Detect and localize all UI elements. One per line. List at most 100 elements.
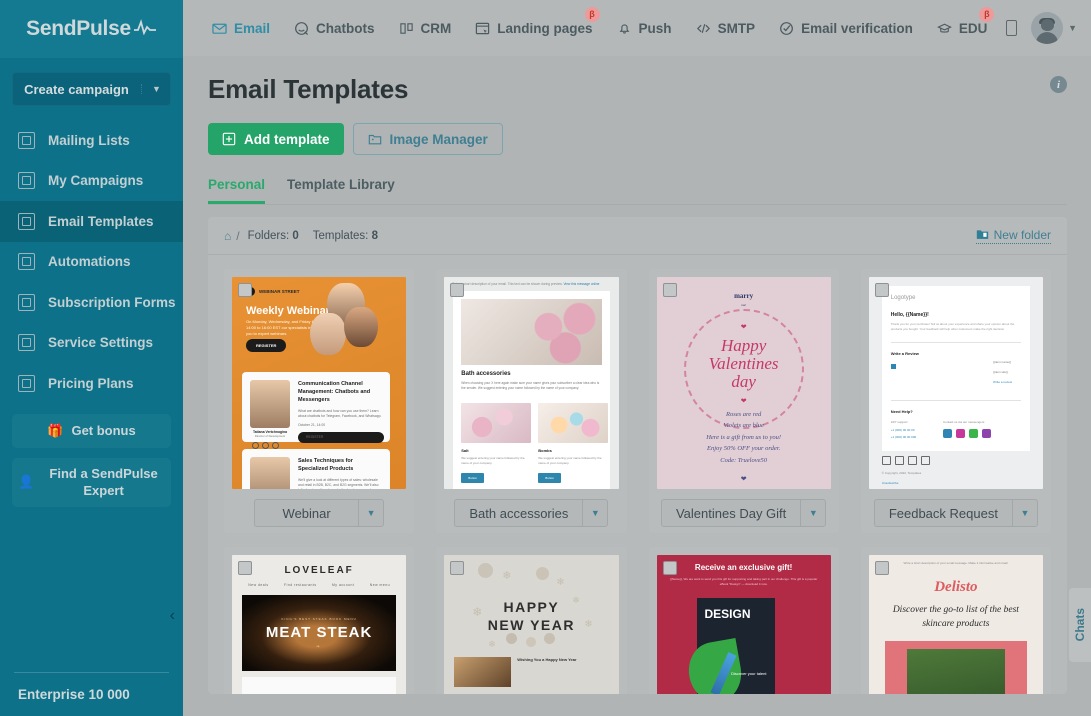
feedback-request-thumbnail[interactable]: Logotype Hello, {{Name}}! Thank you for … (868, 277, 1043, 489)
tab-personal[interactable]: Personal (208, 177, 266, 204)
template-card[interactable]: Logotype Hello, {{Name}}! Thank you for … (860, 269, 1051, 533)
topnav-item-chatbots[interactable]: Chatbots (283, 15, 386, 42)
create-campaign-button[interactable]: Create campaign ▼ (12, 72, 171, 106)
thumb-title-line: day (731, 371, 756, 391)
sidebar-item-email-templates[interactable]: Email Templates (0, 201, 183, 242)
template-menu-caret[interactable]: ▼ (1011, 499, 1038, 527)
topnav-label: Push (638, 20, 672, 36)
topnav-item-landing-pages[interactable]: Landing pages β (464, 6, 603, 42)
chat-bubble-icon (294, 21, 309, 36)
thumb-image-frame (884, 641, 1027, 694)
chevron-down-icon[interactable]: ▼ (141, 84, 171, 94)
chevron-down-icon[interactable]: ▼ (1068, 23, 1077, 33)
template-card[interactable]: ❄ ❄ ❄ ❄ ❄ ❄ HAPPY NEW YEAR Wishing You a… (436, 547, 627, 694)
template-card[interactable]: LOVELEAF New deals Find restaurants My a… (224, 547, 415, 694)
topnav-item-crm[interactable]: CRM (388, 15, 463, 42)
template-checkbox[interactable] (874, 283, 889, 297)
meat-steak-thumbnail[interactable]: LOVELEAF New deals Find restaurants My a… (232, 555, 407, 694)
template-name[interactable]: Bath accessories (454, 499, 583, 527)
template-checkbox[interactable] (874, 561, 889, 575)
info-icon[interactable]: i (1050, 76, 1067, 93)
heart-icon: ❤ (740, 324, 747, 331)
template-name[interactable]: Feedback Request (873, 499, 1012, 527)
thumb-image (454, 657, 512, 687)
templates-panel: ⌂ / Folders: 0 Templates: 8 New folder W… (208, 217, 1067, 694)
thumb-nav-item: My account (331, 583, 355, 587)
happy-new-year-thumbnail[interactable]: ❄ ❄ ❄ ❄ ❄ ❄ HAPPY NEW YEAR Wishing You a… (444, 555, 619, 694)
sidebar-item-my-campaigns[interactable]: My Campaigns (0, 161, 183, 202)
thumb-heading: Discover the go-to list of the best skin… (892, 605, 1019, 630)
template-checkbox[interactable] (238, 561, 252, 575)
template-checkbox[interactable] (450, 561, 465, 575)
template-menu-caret[interactable]: ▼ (358, 499, 385, 527)
thumb-title-line: HAPPY (503, 599, 560, 615)
template-name[interactable]: Webinar (254, 499, 359, 527)
divider (890, 342, 1021, 344)
template-checkbox[interactable] (238, 283, 252, 297)
bath-accessories-thumbnail[interactable]: Enter a short description of your email.… (444, 277, 619, 489)
delisto-skincare-thumbnail[interactable]: Write a short description of your email … (868, 555, 1043, 694)
sidebar-item-automations[interactable]: Automations (0, 242, 183, 283)
template-menu-caret[interactable]: ▼ (582, 499, 609, 527)
tab-template-library[interactable]: Template Library (287, 177, 395, 204)
template-card[interactable]: Receive an exclusive gift! {{Name}}, We … (648, 547, 839, 694)
brand-logo[interactable]: SendPulse (0, 0, 183, 58)
template-card[interactable]: WEBINAR STREET Weekly Webinars On Monday… (224, 269, 415, 533)
template-name[interactable]: Valentines Day Gift (660, 499, 801, 527)
valentines-day-thumbnail[interactable]: marry me! ❤ Happy Valentines day ❤ Roses… (656, 277, 831, 489)
thumbnail-art: Receive an exclusive gift! {{Name}}, We … (656, 555, 831, 694)
poem-line: Code: Truelove50 (720, 456, 767, 464)
template-card[interactable]: Enter a short description of your email.… (436, 269, 627, 533)
sidebar-item-pricing-plans[interactable]: Pricing Plans (0, 363, 183, 404)
thumb-preheader: Enter a short description of your email.… (452, 282, 610, 287)
bell-icon (617, 21, 632, 36)
template-card[interactable]: Write a short description of your email … (860, 547, 1051, 694)
sidebar-item-service-settings[interactable]: Service Settings (0, 323, 183, 364)
find-expert-label: Find a SendPulse Expert (49, 465, 158, 499)
topnav-item-edu[interactable]: EDU β (926, 6, 999, 42)
topnav-item-email[interactable]: Email (201, 15, 281, 42)
template-checkbox[interactable] (662, 283, 677, 297)
home-icon[interactable]: ⌂ (224, 229, 231, 243)
template-checkbox[interactable] (450, 283, 465, 297)
topnav-item-smtp[interactable]: SMTP (685, 15, 767, 42)
ornament-icon (478, 563, 494, 578)
topbar: Email Chatbots CRM Landing pages β Push … (183, 0, 1091, 56)
sidebar-item-mailing-lists[interactable]: Mailing Lists (0, 120, 183, 161)
design-gift-thumbnail[interactable]: Receive an exclusive gift! {{Name}}, We … (656, 555, 831, 694)
add-template-button[interactable]: Add template (208, 123, 344, 155)
chats-widget-button[interactable]: Chats (1069, 588, 1091, 662)
user-menu[interactable]: ▼ (1031, 12, 1077, 44)
sidebar-item-subscription-forms[interactable]: Subscription Forms (0, 282, 183, 323)
thumb-title-line: Valentines (708, 353, 779, 373)
snowflake-icon: ❄ (556, 577, 565, 588)
image-manager-button[interactable]: Image Manager (352, 123, 503, 155)
mailing-lists-icon (18, 131, 35, 149)
new-folder-button[interactable]: New folder (975, 228, 1051, 244)
snowflake-icon: ❄ (502, 570, 512, 582)
sidebar-item-label: My Campaigns (48, 173, 144, 189)
thumb-footer-icons (881, 456, 930, 465)
templates-label: Templates: (312, 229, 369, 242)
mobile-phone-icon[interactable] (1006, 20, 1018, 36)
sidebar-promos: 🎁 Get bonus 👤 Find a SendPulse Expert (0, 404, 183, 517)
main-content: Email Templates i Add template Image Man… (183, 56, 1091, 716)
thumb-session-cta: REGISTER (298, 432, 384, 444)
template-menu-caret[interactable]: ▼ (800, 499, 827, 527)
webinar-orange-thumbnail[interactable]: WEBINAR STREET Weekly Webinars On Monday… (232, 277, 407, 489)
snowflake-icon: ❄ (488, 639, 496, 649)
find-expert-button[interactable]: 👤 Find a SendPulse Expert (12, 457, 171, 507)
sidebar-collapse-button[interactable]: ‹ (170, 608, 175, 624)
landing-page-icon (475, 21, 490, 36)
thumb-photo (906, 649, 1005, 694)
topnav-item-push[interactable]: Push (606, 15, 683, 42)
thumbnail-art: WEBINAR STREET Weekly Webinars On Monday… (232, 277, 407, 489)
thumbnail-art: ❄ ❄ ❄ ❄ ❄ ❄ HAPPY NEW YEAR Wishing You a… (444, 555, 619, 694)
get-bonus-button[interactable]: 🎁 Get bonus (12, 413, 171, 448)
topnav-item-email-verification[interactable]: Email verification (768, 15, 924, 42)
thumb-logo-text: WEBINAR STREET (259, 288, 300, 294)
thumb-logo: WEBINAR STREET (246, 287, 300, 296)
template-checkbox[interactable] (662, 561, 677, 575)
template-card[interactable]: marry me! ❤ Happy Valentines day ❤ Roses… (648, 269, 839, 533)
